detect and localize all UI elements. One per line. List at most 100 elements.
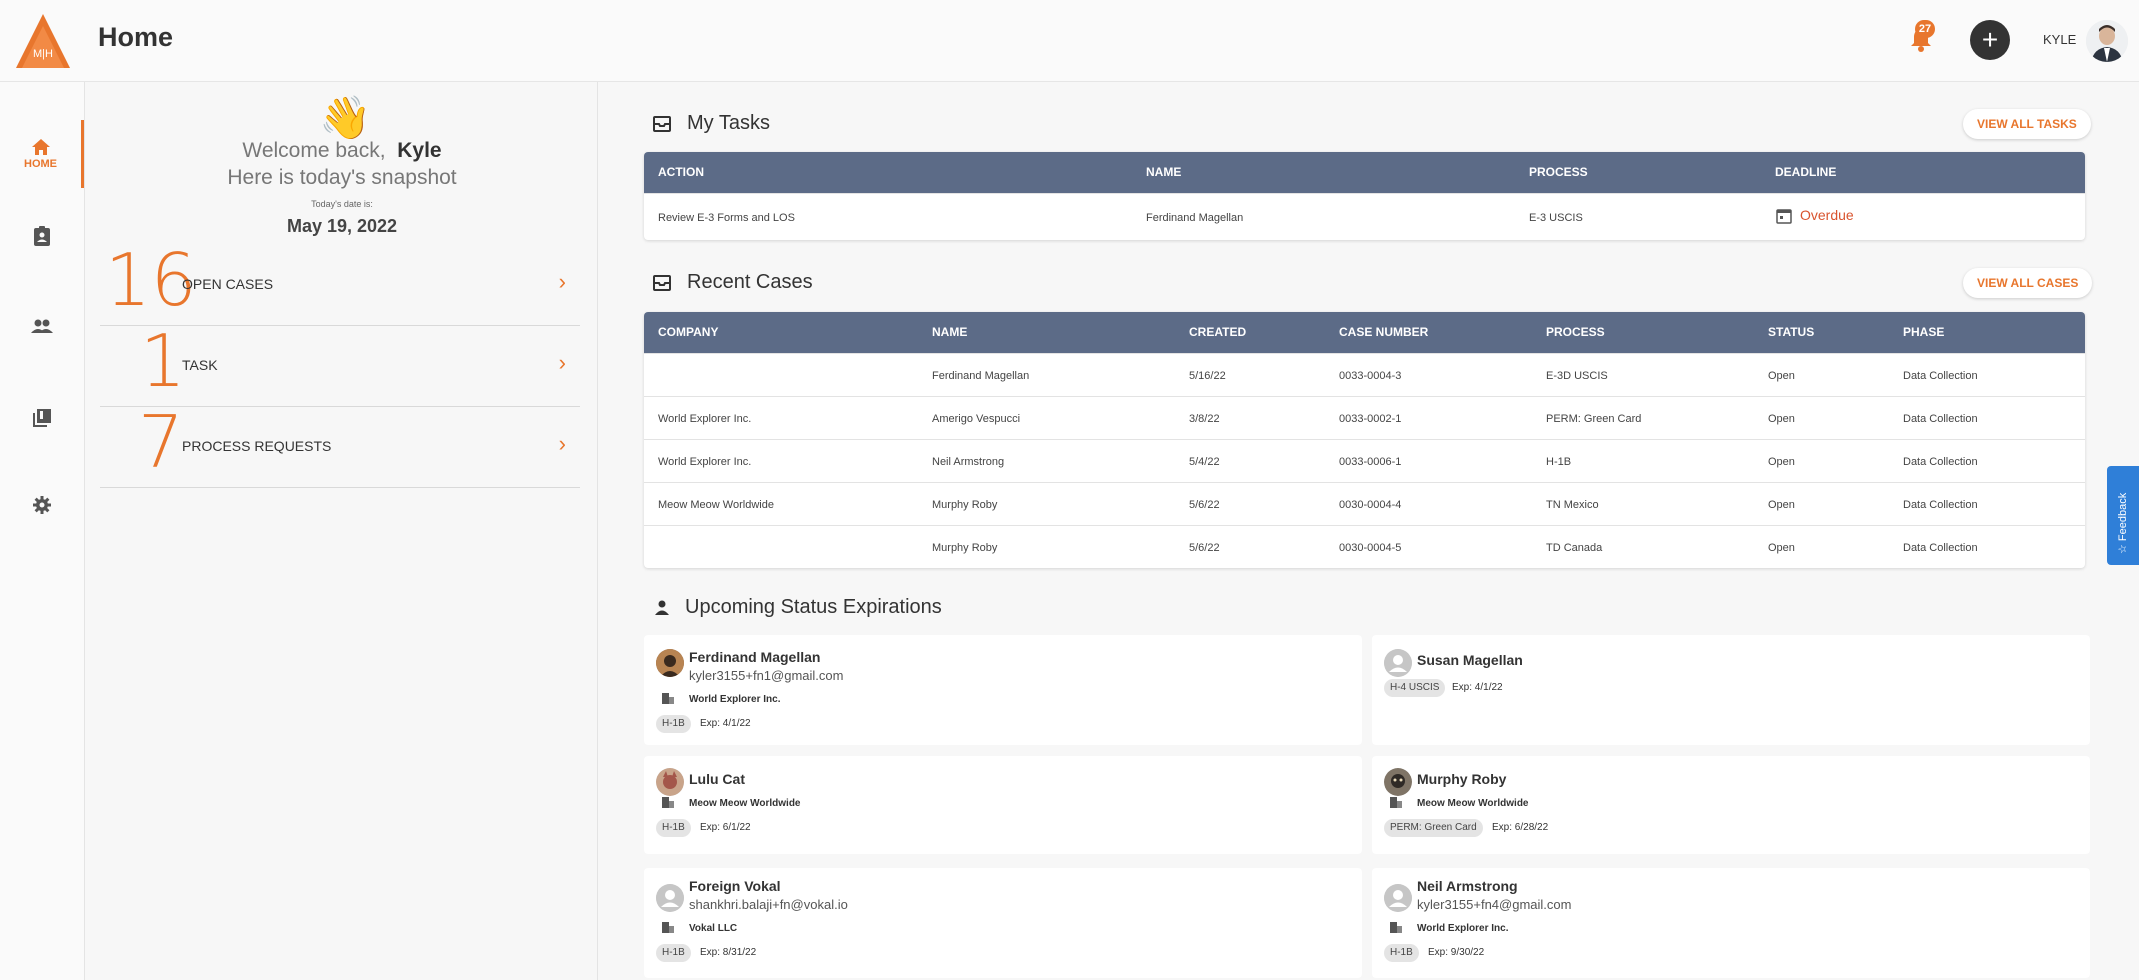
case-process: H-1B xyxy=(1546,456,1572,468)
avatar xyxy=(1384,768,1412,796)
nav-item-home[interactable]: HOME xyxy=(0,120,84,188)
expiration-card[interactable]: Foreign Vokal shankhri.balaji+fn@vokal.i… xyxy=(644,868,1362,978)
cases-table-header: COMPANY NAME CREATED CASE NUMBER PROCESS… xyxy=(644,312,2085,353)
case-created: 5/6/22 xyxy=(1189,542,1220,554)
home-icon xyxy=(31,139,50,155)
case-company: World Explorer Inc. xyxy=(658,413,752,425)
person-company: World Explorer Inc. xyxy=(689,694,781,705)
column-header[interactable]: PHASE xyxy=(1903,325,1944,339)
expiration-card[interactable]: Lulu Cat Meow Meow Worldwide H-1B Exp: 6… xyxy=(644,756,1362,854)
stat-label: TASK xyxy=(182,357,218,373)
avatar xyxy=(1384,649,1412,677)
person-name: Neil Armstrong xyxy=(1417,878,1518,894)
person-company: Vokal LLC xyxy=(689,923,738,934)
user-name[interactable]: KYLE xyxy=(2043,32,2076,47)
task-name: Ferdinand Magellan xyxy=(1146,212,1244,224)
avatar-photo-icon xyxy=(656,649,684,677)
view-all-tasks-button[interactable]: VIEW ALL TASKS xyxy=(1963,109,2091,139)
person-name: Murphy Roby xyxy=(1417,771,1507,787)
library-icon xyxy=(33,409,51,427)
cases-clipboard-icon xyxy=(34,226,50,246)
expiration-card[interactable]: Neil Armstrong kyler3155+fn4@gmail.com W… xyxy=(1372,868,2090,978)
case-phase: Data Collection xyxy=(1903,456,1978,468)
company-building-icon xyxy=(662,797,674,808)
add-button[interactable]: + xyxy=(1970,20,2010,60)
column-header[interactable]: PROCESS xyxy=(1546,325,1605,339)
snapshot-text: Here is today's snapshot xyxy=(227,166,457,189)
nav-item-settings[interactable] xyxy=(0,471,84,539)
view-all-cases-button[interactable]: VIEW ALL CASES xyxy=(1963,268,2093,298)
tasks-table-header: ACTION NAME PROCESS DEADLINE xyxy=(644,152,2085,193)
expiration-card[interactable]: Ferdinand Magellan kyler3155+fn1@gmail.c… xyxy=(644,635,1362,745)
chevron-right-icon: › xyxy=(558,269,566,294)
table-row[interactable]: Review E-3 Forms and LOS Ferdinand Magel… xyxy=(644,193,2085,240)
case-process: PERM: Green Card xyxy=(1546,413,1642,425)
expiration-card[interactable]: Murphy Roby Meow Meow Worldwide PERM: Gr… xyxy=(1372,756,2090,854)
side-nav: HOME xyxy=(0,82,85,980)
case-status: Open xyxy=(1768,499,1795,511)
expiration-card[interactable]: Susan Magellan H-4 USCIS Exp: 4/1/22 xyxy=(1372,635,2090,745)
table-row[interactable]: World Explorer Inc. Amerigo Vespucci 3/8… xyxy=(644,396,2085,439)
user-avatar[interactable] xyxy=(2086,20,2128,62)
company-building-icon xyxy=(1390,922,1402,933)
person-company: Meow Meow Worldwide xyxy=(689,798,801,809)
case-name: Ferdinand Magellan xyxy=(932,370,1030,382)
visa-chip: H-1B xyxy=(1384,944,1419,962)
case-created: 5/16/22 xyxy=(1189,370,1226,382)
stat-label: OPEN CASES xyxy=(182,276,274,292)
company-building-icon xyxy=(662,922,674,933)
expirations-heading: Upcoming Status Expirations xyxy=(655,596,942,619)
calendar-icon xyxy=(1776,209,1792,224)
top-header: M|H Home 27 + KYLE xyxy=(0,0,2139,82)
stat-number: 7 xyxy=(138,400,184,484)
visa-chip: H-4 USCIS xyxy=(1384,679,1446,697)
visa-chip: H-1B xyxy=(656,715,691,733)
table-row[interactable]: World Explorer Inc. Neil Armstrong 5/4/2… xyxy=(644,439,2085,482)
nav-item-cases[interactable] xyxy=(0,202,84,270)
recent-cases-heading: Recent Cases xyxy=(653,271,813,294)
column-header[interactable]: CASE NUMBER xyxy=(1339,325,1428,339)
nav-item-library[interactable] xyxy=(0,384,84,452)
case-phase: Data Collection xyxy=(1903,499,1978,511)
feedback-tab[interactable]: ☆ Feedback xyxy=(2107,466,2139,565)
visa-chip: PERM: Green Card xyxy=(1384,819,1483,837)
table-row[interactable]: Ferdinand Magellan 5/16/22 0033-0004-3 E… xyxy=(644,353,2085,396)
cases-table: COMPANY NAME CREATED CASE NUMBER PROCESS… xyxy=(644,312,2085,568)
stat-task[interactable]: 1 TASK › xyxy=(100,321,580,407)
nav-item-people[interactable] xyxy=(0,292,84,360)
waving-hand-icon: 👋 xyxy=(319,94,372,141)
column-header[interactable]: DEADLINE xyxy=(1775,165,1836,179)
chevron-right-icon: › xyxy=(558,350,566,375)
table-row[interactable]: Murphy Roby 5/6/22 0030-0004-5 TD Canada… xyxy=(644,525,2085,568)
person-icon xyxy=(655,600,669,615)
company-building-icon xyxy=(662,693,674,704)
stat-open-cases[interactable]: 16 OPEN CASES › xyxy=(100,240,580,326)
column-header[interactable]: COMPANY xyxy=(658,325,718,339)
column-header[interactable]: CREATED xyxy=(1189,325,1246,339)
avatar-photo-icon xyxy=(1384,768,1412,796)
nav-label-home: HOME xyxy=(24,158,57,170)
default-avatar-icon xyxy=(1384,649,1412,677)
column-header[interactable]: NAME xyxy=(1146,165,1181,179)
table-row[interactable]: Meow Meow Worldwide Murphy Roby 5/6/22 0… xyxy=(644,482,2085,525)
person-company: World Explorer Inc. xyxy=(1417,923,1509,934)
person-name: Ferdinand Magellan xyxy=(689,649,821,665)
person-email: kyler3155+fn1@gmail.com xyxy=(689,668,844,683)
date-value: May 19, 2022 xyxy=(286,216,398,236)
avatar-photo-icon xyxy=(656,768,684,796)
my-tasks-title: My Tasks xyxy=(687,112,770,134)
case-created: 5/6/22 xyxy=(1189,499,1220,511)
case-status: Open xyxy=(1768,456,1795,468)
column-header[interactable]: PROCESS xyxy=(1529,165,1588,179)
user-avatar-photo-icon xyxy=(2086,20,2128,62)
settings-gear-icon xyxy=(33,496,51,514)
column-header[interactable]: STATUS xyxy=(1768,325,1814,339)
mh-logo[interactable]: M|H xyxy=(14,12,72,70)
expiration-date: Exp: 9/30/22 xyxy=(1428,947,1485,958)
stat-process-requests[interactable]: 7 PROCESS REQUESTS › xyxy=(100,402,580,488)
column-header[interactable]: ACTION xyxy=(658,165,704,179)
page-title: Home xyxy=(98,22,174,52)
column-header[interactable]: NAME xyxy=(932,325,967,339)
default-avatar-icon xyxy=(656,884,684,912)
tasks-table: ACTION NAME PROCESS DEADLINE Review E-3 … xyxy=(644,152,2085,240)
